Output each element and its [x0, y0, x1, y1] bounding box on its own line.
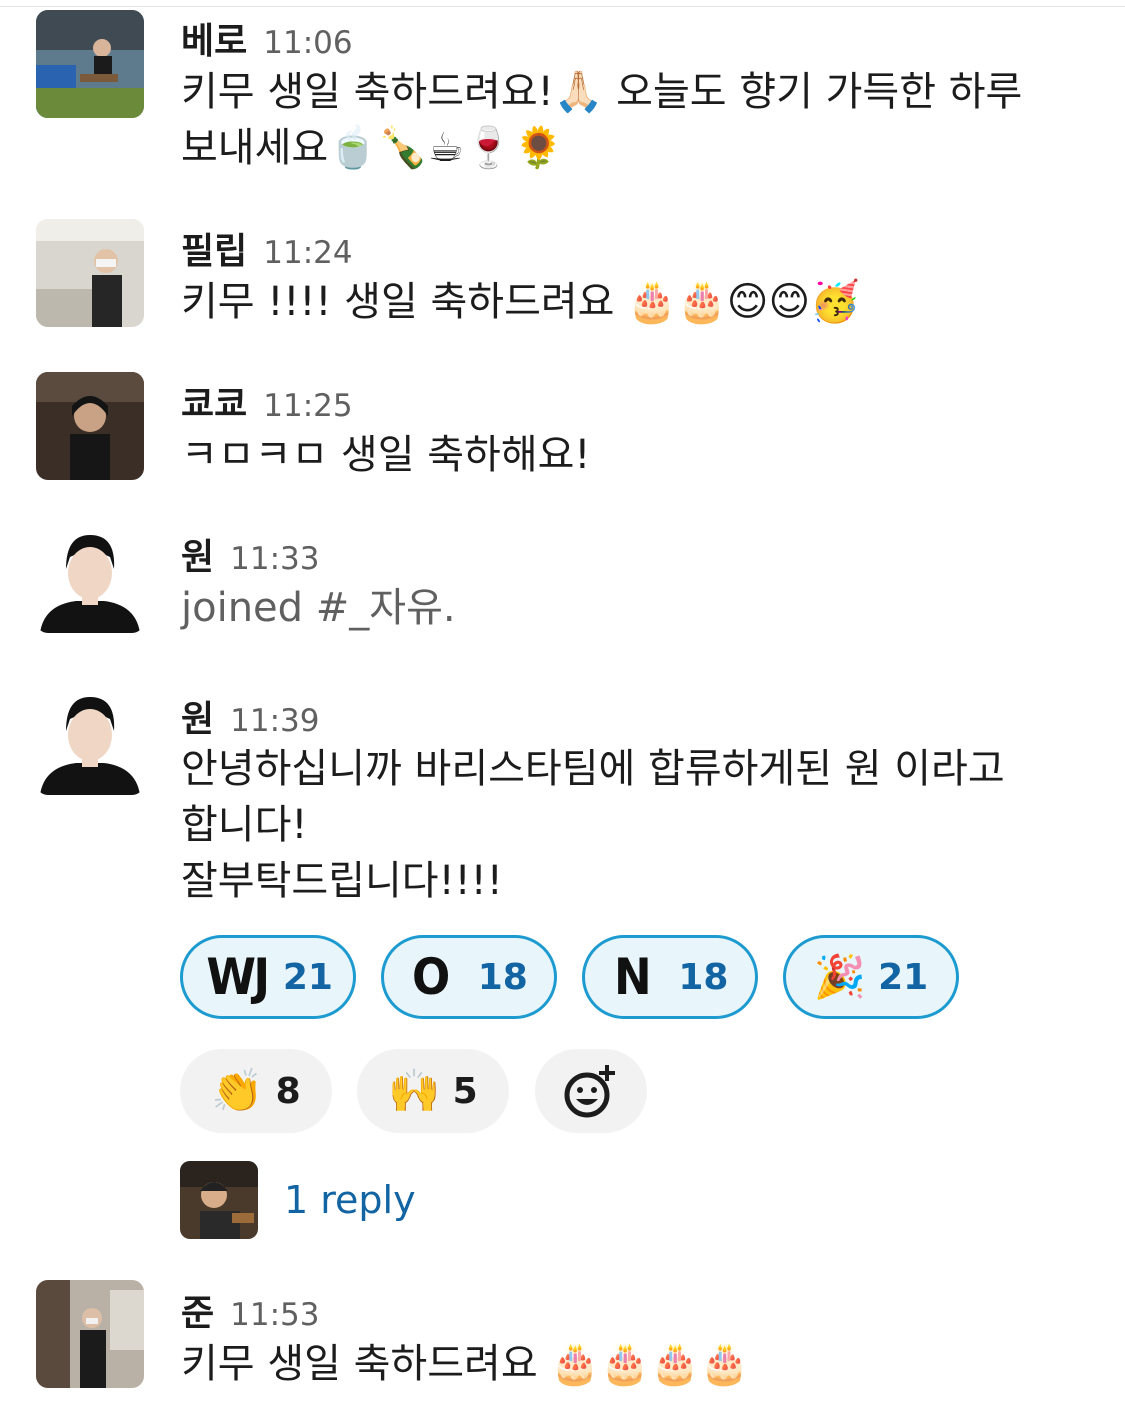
message-line: 키무 생일 축하드려요!🙏🏻 오늘도 향기 가득한 하루 — [181, 69, 1023, 115]
add-reaction-button[interactable] — [535, 1049, 647, 1133]
system-message: joined #_자유. — [181, 585, 456, 631]
timestamp[interactable]: 11:39 — [230, 703, 319, 739]
message-text: 안녕하십니까 바리스타팀에 합류하게된 원 이라고 합니다! 잘부탁드립니다!!… — [181, 741, 1101, 909]
timestamp[interactable]: 11:33 — [230, 541, 319, 577]
reaction-count: 21 — [878, 956, 929, 998]
reaction-pill[interactable]: O 18 — [381, 935, 557, 1019]
username[interactable]: 준 — [181, 1284, 214, 1336]
message-header: 준 11:53 — [181, 1284, 319, 1336]
message-line: ㅋㅁㅋㅁ 생일 축하해요! — [181, 432, 591, 478]
timestamp[interactable]: 11:25 — [263, 388, 352, 424]
reaction-pill[interactable]: N 18 — [582, 935, 758, 1019]
avatar[interactable] — [36, 687, 144, 795]
reaction-pill[interactable]: 🎉 21 — [783, 935, 959, 1019]
custom-wj-emoji: WJ — [206, 948, 270, 1006]
custom-n-emoji: N — [613, 948, 651, 1006]
reaction-count: 8 — [275, 1070, 301, 1112]
reaction-count: 18 — [477, 956, 528, 998]
reaction-count: 21 — [282, 956, 333, 998]
message-text: 키무 !!!! 생일 축하드려요 🎂🎂😊😊🥳 — [181, 274, 1101, 330]
reaction-count: 18 — [678, 956, 729, 998]
message-header: 베로 11:06 — [181, 12, 353, 64]
username[interactable]: 필립 — [181, 222, 247, 274]
message-text: 키무 생일 축하드려요!🙏🏻 오늘도 향기 가득한 하루 보내세요🍵🍾☕🍷🌻 — [181, 64, 1101, 176]
username[interactable]: 원 — [181, 690, 214, 742]
message-line: 잘부탁드립니다!!!! — [181, 858, 503, 904]
reaction-pill[interactable]: 👏 8 — [180, 1049, 332, 1133]
username[interactable]: 베로 — [181, 12, 247, 64]
reaction-pill[interactable]: WJ 21 — [180, 935, 356, 1019]
message-text: joined #_자유. — [181, 580, 1101, 636]
message-line: 키무 생일 축하드려요 🎂🎂🎂🎂 — [181, 1341, 750, 1387]
message-header: 필립 11:24 — [181, 222, 353, 274]
top-divider — [0, 6, 1125, 7]
homer-cheering-icon: 🙌 — [388, 1066, 441, 1115]
timestamp[interactable]: 11:06 — [263, 25, 352, 61]
message-header: 원 11:39 — [181, 690, 319, 742]
message-line: 보내세요🍵🍾☕🍷🌻 — [181, 125, 564, 171]
avatar[interactable] — [36, 525, 144, 633]
timestamp[interactable]: 11:53 — [230, 1297, 319, 1333]
reply-avatar[interactable] — [180, 1161, 258, 1239]
username[interactable]: 원 — [181, 528, 214, 580]
party-popper-icon: 🎉 — [813, 952, 867, 1001]
message-line: 합니다! — [181, 802, 308, 848]
avatar[interactable] — [36, 372, 144, 480]
message-text: ㅋㅁㅋㅁ 생일 축하해요! — [181, 427, 1101, 483]
reaction-pill[interactable]: 🙌 5 — [357, 1049, 509, 1133]
message-line: 안녕하십니까 바리스타팀에 합류하게된 원 이라고 — [181, 746, 1005, 792]
timestamp[interactable]: 11:24 — [263, 235, 352, 271]
username[interactable]: 쿄쿄 — [181, 375, 247, 427]
reaction-count: 5 — [452, 1070, 478, 1112]
thread-reply-link[interactable]: 1 reply — [284, 1178, 416, 1222]
clapping-hands-icon: 👏 — [211, 1066, 264, 1115]
message-header: 쿄쿄 11:25 — [181, 375, 353, 427]
custom-o-emoji: O — [412, 948, 450, 1006]
add-reaction-icon — [564, 1065, 615, 1118]
avatar[interactable] — [36, 219, 144, 327]
avatar[interactable] — [36, 1280, 144, 1388]
message-text: 키무 생일 축하드려요 🎂🎂🎂🎂 — [181, 1336, 1101, 1392]
message-line: 키무 !!!! 생일 축하드려요 🎂🎂😊😊🥳 — [181, 279, 861, 325]
message-header: 원 11:33 — [181, 528, 319, 580]
avatar[interactable] — [36, 10, 144, 118]
